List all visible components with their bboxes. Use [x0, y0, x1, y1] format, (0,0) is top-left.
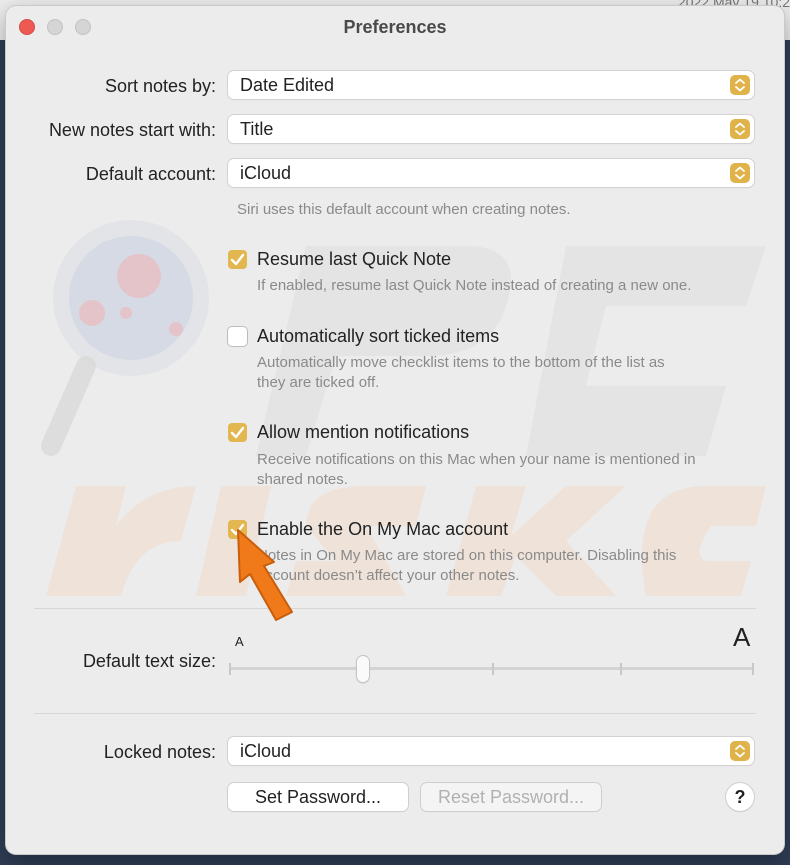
small-text-glyph: A	[235, 634, 244, 649]
resume-quick-note-checkbox[interactable]	[228, 250, 247, 269]
new-notes-label: New notes start with:	[48, 120, 216, 140]
window-title: Preferences	[343, 17, 447, 37]
resume-quick-note-hint: If enabled, resume last Quick Note inste…	[257, 277, 692, 294]
large-text-glyph: A	[733, 622, 751, 652]
auto-sort-ticked-hint-line-2: they are ticked off.	[257, 374, 380, 391]
annotation-arrow-icon	[237, 529, 293, 621]
chevron-updown-icon	[730, 163, 750, 183]
mention-notifications-checkbox[interactable]	[228, 423, 247, 442]
default-account-value: iCloud	[240, 163, 292, 183]
mention-notifications-hint-line-1: Receive notifications on this Mac when y…	[257, 451, 696, 468]
sort-notes-popup[interactable]: Date Edited	[228, 71, 754, 99]
slider-tick	[620, 663, 622, 675]
help-button[interactable]: ?	[726, 783, 754, 811]
auto-sort-ticked-checkbox[interactable]	[228, 327, 247, 346]
mention-notifications-label[interactable]: Allow mention notifications	[257, 422, 469, 443]
slider-tick	[752, 663, 754, 675]
locked-notes-value: iCloud	[240, 741, 292, 761]
default-account-popup[interactable]: iCloud	[228, 159, 754, 187]
sort-notes-value: Date Edited	[240, 75, 335, 95]
checkmark-icon	[230, 253, 245, 266]
new-notes-value: Title	[240, 119, 274, 139]
title-bar: Preferences	[6, 6, 784, 50]
locked-notes-popup[interactable]: iCloud	[228, 737, 754, 765]
chevron-updown-icon	[730, 119, 750, 139]
slider-tick	[492, 663, 494, 675]
locked-notes-label: Locked notes:	[103, 742, 216, 762]
preferences-window: Preferences Sort notes by: Date Edited N…	[6, 6, 784, 854]
chevron-updown-icon	[730, 75, 750, 95]
on-my-mac-hint-line-1: Notes in On My Mac are stored on this co…	[257, 547, 677, 564]
separator	[34, 608, 756, 609]
sort-notes-label: Sort notes by:	[104, 76, 216, 96]
auto-sort-ticked-hint-line-1: Automatically move checklist items to th…	[257, 354, 665, 371]
mention-notifications-hint-line-2: shared notes.	[257, 471, 348, 488]
slider-tick	[229, 663, 231, 675]
default-account-label: Default account:	[85, 164, 216, 184]
checkmark-icon	[230, 426, 245, 439]
new-notes-popup[interactable]: Title	[228, 115, 754, 143]
separator	[34, 713, 756, 714]
chevron-updown-icon	[730, 741, 750, 761]
text-size-slider-knob[interactable]	[357, 656, 369, 682]
set-password-button[interactable]: Set Password...	[228, 783, 408, 811]
resume-quick-note-label[interactable]: Resume last Quick Note	[257, 249, 451, 270]
auto-sort-ticked-label[interactable]: Automatically sort ticked items	[257, 326, 499, 347]
reset-password-button: Reset Password...	[421, 783, 601, 811]
default-account-hint: Siri uses this default account when crea…	[237, 201, 571, 218]
text-size-label: Default text size:	[82, 651, 216, 671]
